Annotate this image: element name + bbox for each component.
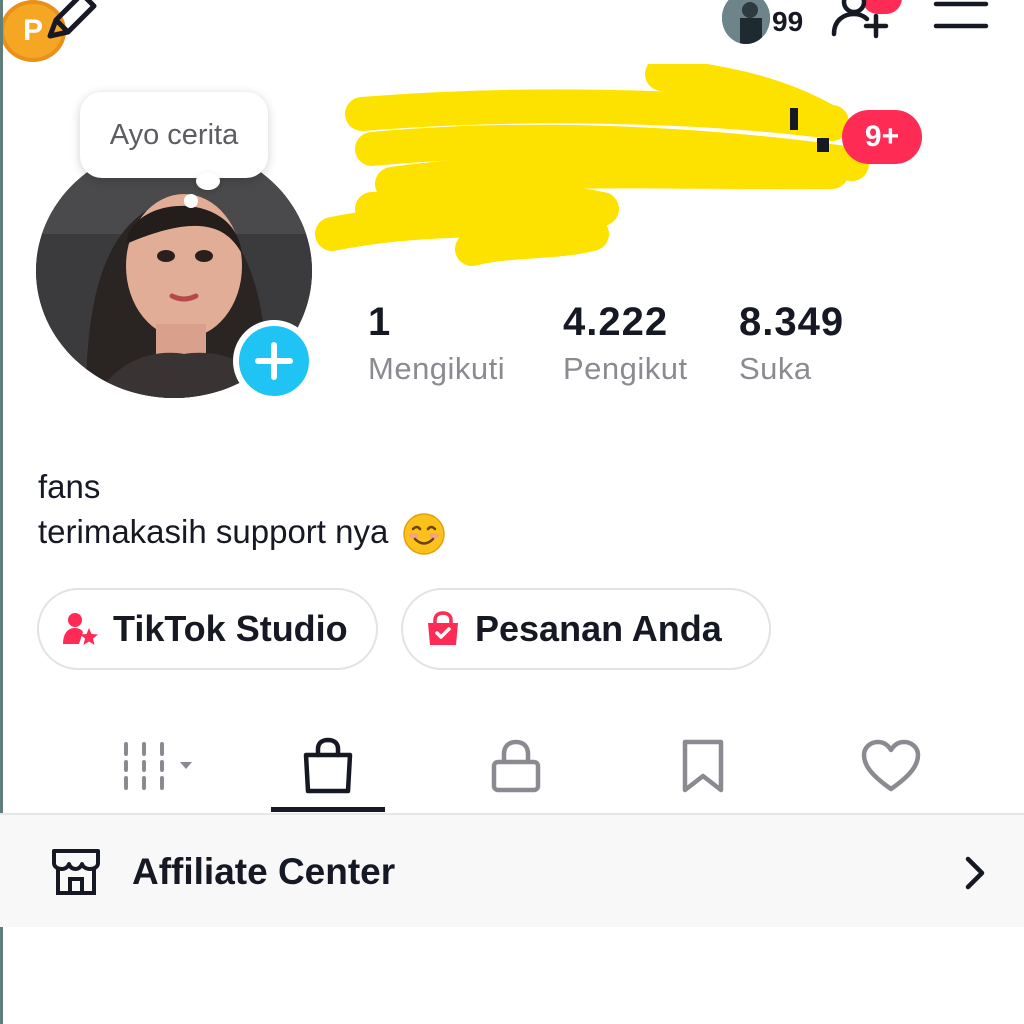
stat-followers-label: Pengikut (563, 351, 688, 386)
stat-following-label: Mengikuti (368, 351, 506, 386)
lock-icon (491, 739, 541, 793)
notification-badge: 9+ (842, 110, 922, 164)
creator-studio-icon (63, 613, 98, 645)
affiliate-center-label: Affiliate Center (132, 851, 396, 892)
chevron-down-icon (180, 762, 192, 769)
smiling-face-emoji-icon (402, 513, 445, 556)
tab-liked[interactable] (841, 720, 941, 812)
tiktok-studio-label: TikTok Studio (113, 608, 348, 649)
stat-followers-value: 4.222 (563, 300, 669, 344)
bio-line-1: fans (38, 468, 101, 505)
stat-likes-value: 8.349 (739, 300, 845, 344)
tab-private[interactable] (466, 720, 566, 812)
shopping-bag-icon (303, 737, 353, 794)
stat-likes[interactable]: 8.349 Suka (739, 300, 844, 387)
story-prompt-text: Ayo cerita (109, 118, 239, 151)
add-friend-icon[interactable] (830, 0, 892, 42)
affiliate-center-row[interactable]: Affiliate Center (0, 815, 1024, 927)
bio-line-2: terimakasih support nya (38, 509, 446, 556)
add-story-button[interactable] (233, 320, 315, 402)
stat-followers[interactable]: 4.222 Pengikut (563, 300, 688, 387)
storefront-icon (52, 849, 100, 895)
edit-profile-icon[interactable] (42, 0, 106, 40)
shopping-bag-check-icon (428, 611, 458, 645)
bio-line-2-text: terimakasih support nya (38, 513, 389, 550)
bubble-tail-dot (196, 172, 220, 190)
orders-label: Pesanan Anda (475, 608, 722, 649)
chevron-right-icon (965, 856, 985, 890)
tiktok-studio-button[interactable]: TikTok Studio (37, 588, 378, 670)
coin-letter: P (22, 14, 43, 47)
plus-icon (255, 342, 293, 380)
active-tab-indicator (271, 807, 385, 812)
heart-icon (861, 739, 921, 792)
stat-following[interactable]: 1 Mengikuti (368, 300, 505, 387)
story-prompt-bubble[interactable]: Ayo cerita (80, 92, 268, 178)
grid-icon (124, 742, 192, 790)
friends-avatar[interactable] (722, 0, 770, 44)
bookmark-icon (682, 739, 724, 793)
orders-button[interactable]: Pesanan Anda (401, 588, 771, 670)
tab-shop[interactable] (278, 720, 378, 812)
friends-count: 99 (772, 6, 804, 37)
stat-likes-label: Suka (739, 351, 812, 386)
tab-videos[interactable] (98, 720, 208, 812)
tab-saved[interactable] (653, 720, 753, 812)
redaction-scribble (315, 64, 869, 266)
menu-icon[interactable] (932, 0, 990, 34)
profile-bio: fans terimakasih support nya (38, 464, 446, 556)
stat-following-value: 1 (368, 300, 392, 344)
bubble-tail-dot-small (184, 194, 198, 208)
